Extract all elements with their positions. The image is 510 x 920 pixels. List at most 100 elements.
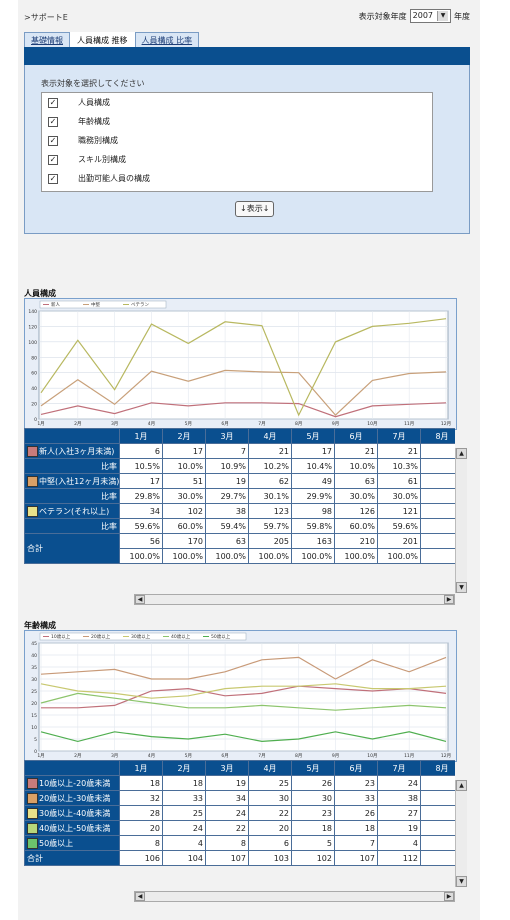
list-item[interactable]: ✓ 出勤可能人員の構成 — [42, 169, 432, 188]
scroll-left-icon[interactable]: ◀ — [135, 595, 145, 604]
x-tick-label: 10月 — [367, 753, 377, 759]
y-tick-label: 25 — [31, 689, 37, 695]
y-tick-label: 35 — [31, 665, 37, 671]
composition-table: 1月 2月 3月 4月 5月 6月 7月 8月 新人(入社3ヶ月未満) 6 17 7 21 17 21 21 比… — [24, 428, 455, 564]
table-row: 20歳以上-30歳未満 32 33 34 30 30 33 38 — [24, 790, 455, 806]
table-cell — [420, 473, 455, 489]
tab-bar: 基礎情報 人員構成 推移 人員構成 比率 — [24, 32, 200, 48]
checkbox[interactable]: ✓ — [48, 135, 58, 146]
column-header: 5月 — [291, 428, 335, 444]
scroll-right-icon[interactable]: ▶ — [444, 892, 454, 901]
list-item[interactable]: ✓ スキル別構成 — [42, 150, 432, 169]
age-chart: 0 5 10 15 20 25 30 35 40 45 1月 2月 3月 4月 5月 6月 7月 8月 9月 10月 1… — [24, 630, 457, 762]
scroll-left-icon[interactable]: ◀ — [135, 892, 145, 901]
checkbox[interactable]: ✓ — [48, 116, 58, 127]
tab-basic-info[interactable]: 基礎情報 — [24, 32, 70, 48]
ratio-label: 比率 — [24, 458, 120, 474]
x-tick-label: 8月 — [295, 753, 302, 759]
table-cell: 30 — [248, 790, 292, 806]
horizontal-scrollbar[interactable]: ◀ ▶ — [134, 891, 455, 902]
chevron-down-icon[interactable]: ▼ — [437, 11, 448, 21]
horizontal-scrollbar[interactable]: ◀ ▶ — [134, 594, 455, 605]
x-tick-label: 12月 — [441, 753, 451, 759]
table-cell: 61 — [377, 473, 421, 489]
series-swatch — [27, 445, 38, 457]
row-label: 30歳以上-40歳未満 — [24, 805, 120, 821]
table-cell: 38 — [377, 790, 421, 806]
table-cell: 24 — [162, 820, 206, 836]
composition-table-wrap: 1月 2月 3月 4月 5月 6月 7月 8月 新人(入社3ヶ月未満) 6 17 7 21 17 21 21 比… — [24, 428, 455, 578]
checkbox[interactable]: ✓ — [48, 173, 58, 184]
line-chart-svg: 0510152025303540451月 2月 3月 4月 5月 6月 7月 8月 9月 10月 1… — [31, 632, 451, 759]
list-item[interactable]: ✓ 職務別構成 — [42, 131, 432, 150]
table-cell: 6 — [248, 835, 292, 851]
checkbox-label: 人員構成 — [78, 98, 110, 107]
series-swatch — [27, 777, 38, 789]
column-header: 3月 — [205, 428, 249, 444]
table-cell: 51 — [162, 473, 206, 489]
series-swatch — [27, 837, 38, 849]
year-label: 表示対象年度 — [358, 11, 407, 21]
show-button[interactable]: ↓表示↓ — [235, 201, 275, 217]
series-swatch — [27, 505, 38, 517]
vertical-scrollbar[interactable]: ▲ ▼ — [455, 448, 467, 593]
column-header: 8月 — [420, 428, 455, 444]
series-swatch — [27, 822, 38, 834]
column-header: 8月 — [420, 760, 455, 776]
table-cell: 100.0% — [205, 548, 249, 564]
table-cell: 100.0% — [334, 548, 378, 564]
legend-label: 40歳以上 — [171, 633, 191, 640]
table-cell: 19 — [377, 820, 421, 836]
table-cell: 8 — [119, 835, 163, 851]
checkbox[interactable]: ✓ — [48, 154, 58, 165]
scroll-down-icon[interactable]: ▼ — [456, 582, 467, 593]
row-label-text: 50歳以上 — [39, 838, 74, 848]
row-label: 40歳以上-50歳未満 — [24, 820, 120, 836]
vertical-scrollbar[interactable]: ▲ ▼ — [455, 780, 467, 887]
table-header-row: 1月 2月 3月 4月 5月 6月 7月 8月 — [24, 760, 455, 776]
list-item[interactable]: ✓ 人員構成 — [42, 93, 432, 112]
table-cell: 23 — [291, 805, 335, 821]
composition-chart: 0 20 40 60 80 100 120 140 1月 2月 3月 4月 5月 6月 7月 8月 9月 10月 1… — [24, 298, 457, 430]
table-row: 比率 10.5% 10.0% 10.9% 10.2% 10.4% 10.0% 10.3% — [24, 458, 455, 474]
table-row: 合計 106 104 107 103 102 107 112 — [24, 850, 455, 866]
table-cell: 7 — [205, 443, 249, 459]
row-label: 50歳以上 — [24, 835, 120, 851]
table-cell: 30.1% — [248, 488, 292, 504]
scroll-down-icon[interactable]: ▼ — [456, 876, 467, 887]
scroll-right-icon[interactable]: ▶ — [444, 595, 454, 604]
table-cell: 30.0% — [162, 488, 206, 504]
tab-composition-trend[interactable]: 人員構成 推移 — [70, 32, 135, 48]
row-label: ベテラン(それ以上) — [24, 503, 120, 519]
table-cell — [420, 850, 455, 866]
x-tick-label: 3月 — [111, 753, 118, 759]
x-tick-label: 9月 — [332, 421, 339, 427]
series-swatch — [27, 807, 38, 819]
checkbox[interactable]: ✓ — [48, 97, 58, 108]
table-cell: 24 — [205, 805, 249, 821]
scroll-up-icon[interactable]: ▲ — [456, 780, 467, 791]
table-cell: 100.0% — [291, 548, 335, 564]
breadcrumb[interactable]: >サポートE — [24, 12, 68, 23]
legend-label: 20歳以上 — [91, 633, 111, 640]
table-cell — [420, 820, 455, 836]
tab-composition-ratio[interactable]: 人員構成 比率 — [134, 32, 200, 48]
table-cell: 60.0% — [334, 518, 378, 534]
x-tick-label: 1月 — [37, 753, 44, 759]
total-label: 合計 — [24, 850, 120, 866]
list-item[interactable]: ✓ 年齢構成 — [42, 112, 432, 131]
table-cell: 126 — [334, 503, 378, 519]
plot-area — [38, 642, 449, 752]
column-header: 5月 — [291, 760, 335, 776]
column-header: 4月 — [248, 428, 292, 444]
scroll-up-icon[interactable]: ▲ — [456, 448, 467, 459]
year-select[interactable]: 2007 ▼ — [409, 9, 451, 23]
table-cell — [420, 548, 455, 564]
x-tick-label: 2月 — [74, 421, 81, 427]
table-cell: 19 — [205, 473, 249, 489]
table-cell: 107 — [334, 850, 378, 866]
x-tick-label: 5月 — [185, 421, 192, 427]
table-row: 比率 29.8% 30.0% 29.7% 30.1% 29.9% 30.0% 30.0% — [24, 488, 455, 504]
year-suffix: 年度 — [454, 11, 470, 21]
y-tick-label: 100 — [28, 340, 37, 346]
